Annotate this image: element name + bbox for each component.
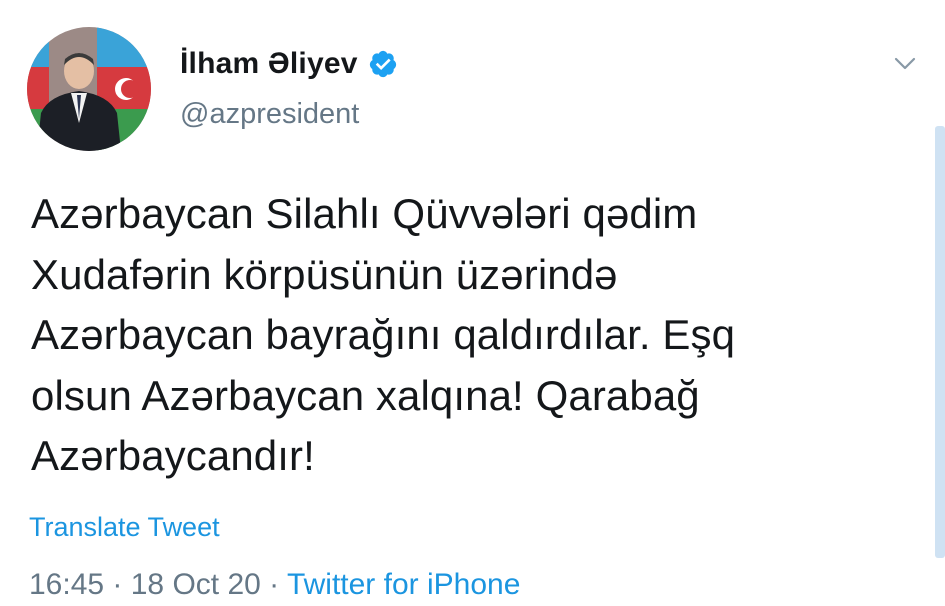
scrollbar[interactable]: [935, 126, 945, 558]
meta-separator: ·: [260, 568, 287, 601]
translate-tweet-link[interactable]: Translate Tweet: [29, 512, 220, 543]
tweet-date: 18 Oct 20: [130, 568, 261, 601]
author-display-name[interactable]: İlham Əliyev: [180, 47, 358, 81]
tweet-source-link[interactable]: Twitter for iPhone: [287, 568, 520, 601]
tweet-time: 16:45: [29, 568, 105, 601]
avatar[interactable]: [27, 27, 151, 151]
verified-badge-icon: [368, 49, 398, 79]
tweet-meta: 16:45 · 18 Oct 20 · Twitter for iPhone: [29, 568, 520, 602]
author-name-row[interactable]: İlham Əliyev: [180, 42, 398, 86]
meta-separator: ·: [104, 568, 131, 601]
author-handle[interactable]: @azpresident: [180, 98, 359, 131]
avatar-image: [27, 27, 151, 151]
tweet-text: Azərbaycan Silahlı Qüvvələri qədim Xudaf…: [31, 190, 736, 479]
chevron-down-icon[interactable]: [888, 46, 922, 80]
